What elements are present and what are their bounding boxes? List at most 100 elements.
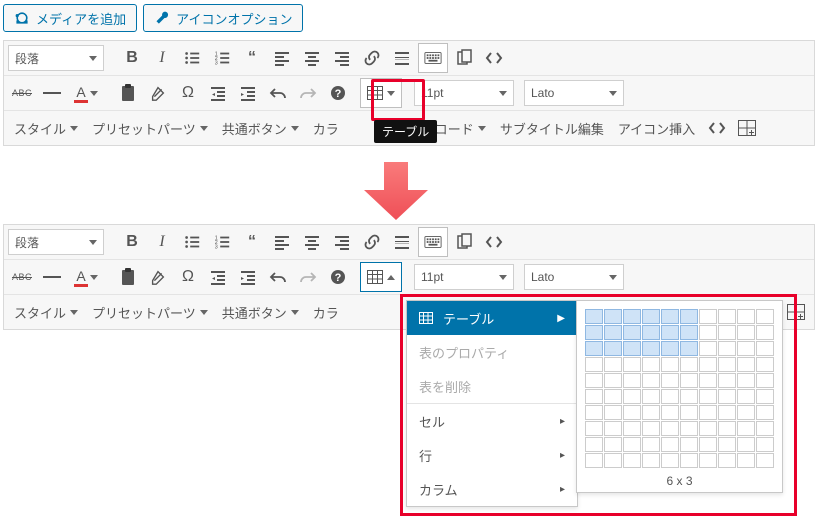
grid-cell[interactable] xyxy=(585,373,603,388)
grid-cell[interactable] xyxy=(585,405,603,420)
grid-cell[interactable] xyxy=(661,389,679,404)
grid-cell[interactable] xyxy=(737,421,755,436)
grid-cell[interactable] xyxy=(756,373,774,388)
align-right-button-2[interactable] xyxy=(328,228,356,256)
menu-item-row[interactable]: 行▸ xyxy=(407,438,577,472)
common-btn-dropdown[interactable]: 共通ボタン xyxy=(216,114,305,142)
table-button-top[interactable] xyxy=(360,78,402,108)
grid-cell[interactable] xyxy=(680,341,698,356)
icon-options-button[interactable]: アイコンオプション xyxy=(143,4,303,32)
common-btn-dropdown-2[interactable]: 共通ボタン xyxy=(216,298,305,326)
preset-dropdown-2[interactable]: プリセットパーツ xyxy=(86,298,214,326)
blockquote-button[interactable]: “ xyxy=(238,44,266,72)
grid-cell[interactable] xyxy=(756,405,774,420)
align-center-button-2[interactable] xyxy=(298,228,326,256)
hr-button[interactable] xyxy=(38,79,66,107)
grid-cell[interactable] xyxy=(661,453,679,468)
undo-button-2[interactable] xyxy=(264,263,292,291)
table-insert-icon[interactable] xyxy=(733,114,761,142)
strike-button[interactable]: ABC xyxy=(8,79,36,107)
copy-button-2[interactable] xyxy=(450,228,478,256)
bold-button-2[interactable]: B xyxy=(118,228,146,256)
grid-cell[interactable] xyxy=(604,389,622,404)
grid-cell[interactable] xyxy=(642,373,660,388)
grid-cell[interactable] xyxy=(756,389,774,404)
grid-cell[interactable] xyxy=(699,389,717,404)
grid-cell[interactable] xyxy=(718,437,736,452)
grid-cell[interactable] xyxy=(642,453,660,468)
align-left-button-2[interactable] xyxy=(268,228,296,256)
grid-cell[interactable] xyxy=(756,453,774,468)
grid-cell[interactable] xyxy=(585,453,603,468)
ol-button-2[interactable]: 123 xyxy=(208,228,236,256)
grid-cell[interactable] xyxy=(623,357,641,372)
grid-cell[interactable] xyxy=(642,357,660,372)
grid-cell[interactable] xyxy=(661,373,679,388)
code-button-2[interactable] xyxy=(703,114,731,142)
code-button[interactable] xyxy=(480,44,508,72)
table-grid[interactable] xyxy=(585,309,774,468)
grid-cell[interactable] xyxy=(699,341,717,356)
grid-cell[interactable] xyxy=(756,357,774,372)
grid-cell[interactable] xyxy=(699,437,717,452)
grid-cell[interactable] xyxy=(680,421,698,436)
table-button-open[interactable] xyxy=(360,262,402,292)
grid-cell[interactable] xyxy=(585,309,603,324)
grid-cell[interactable] xyxy=(604,309,622,324)
preset-dropdown[interactable]: プリセットパーツ xyxy=(86,114,214,142)
grid-cell[interactable] xyxy=(623,453,641,468)
grid-cell[interactable] xyxy=(642,389,660,404)
grid-cell[interactable] xyxy=(756,437,774,452)
grid-cell[interactable] xyxy=(661,405,679,420)
grid-cell[interactable] xyxy=(661,357,679,372)
grid-cell[interactable] xyxy=(623,389,641,404)
grid-cell[interactable] xyxy=(680,325,698,340)
grid-cell[interactable] xyxy=(623,405,641,420)
bold-button[interactable]: B xyxy=(118,44,146,72)
grid-cell[interactable] xyxy=(604,405,622,420)
grid-cell[interactable] xyxy=(642,405,660,420)
style-dropdown[interactable]: スタイル xyxy=(8,114,84,142)
fontfamily-select-2[interactable]: Lato xyxy=(524,264,624,290)
style-dropdown-2[interactable]: スタイル xyxy=(8,298,84,326)
link-button[interactable] xyxy=(358,44,386,72)
grid-cell[interactable] xyxy=(737,373,755,388)
ul-button-2[interactable] xyxy=(178,228,206,256)
grid-cell[interactable] xyxy=(585,437,603,452)
clear-button[interactable] xyxy=(144,79,172,107)
grid-cell[interactable] xyxy=(756,309,774,324)
grid-cell[interactable] xyxy=(756,325,774,340)
fontsize-select[interactable]: 11pt xyxy=(414,80,514,106)
grid-cell[interactable] xyxy=(661,325,679,340)
hr-button-2[interactable] xyxy=(38,263,66,291)
grid-cell[interactable] xyxy=(585,341,603,356)
grid-cell[interactable] xyxy=(737,341,755,356)
grid-cell[interactable] xyxy=(718,325,736,340)
add-media-button[interactable]: メディアを追加 xyxy=(3,4,137,32)
indent-button-2[interactable] xyxy=(234,263,262,291)
paste-button[interactable] xyxy=(114,79,142,107)
grid-cell[interactable] xyxy=(623,421,641,436)
align-right-button[interactable] xyxy=(328,44,356,72)
grid-cell[interactable] xyxy=(585,389,603,404)
grid-cell[interactable] xyxy=(680,309,698,324)
more-button-2[interactable] xyxy=(388,228,416,256)
redo-button[interactable] xyxy=(294,79,322,107)
fontfamily-select[interactable]: Lato xyxy=(524,80,624,106)
code-button-3[interactable] xyxy=(480,228,508,256)
grid-cell[interactable] xyxy=(604,373,622,388)
indent-button[interactable] xyxy=(234,79,262,107)
grid-cell[interactable] xyxy=(623,325,641,340)
grid-cell[interactable] xyxy=(661,341,679,356)
undo-button[interactable] xyxy=(264,79,292,107)
grid-cell[interactable] xyxy=(642,309,660,324)
textcolor-button-2[interactable]: A xyxy=(68,263,104,291)
color-dropdown-trunc-2[interactable]: カラ xyxy=(307,298,345,326)
grid-cell[interactable] xyxy=(718,389,736,404)
grid-cell[interactable] xyxy=(604,437,622,452)
grid-cell[interactable] xyxy=(699,309,717,324)
grid-cell[interactable] xyxy=(642,437,660,452)
grid-cell[interactable] xyxy=(718,309,736,324)
menu-item-cell[interactable]: セル▸ xyxy=(407,403,577,438)
grid-cell[interactable] xyxy=(623,309,641,324)
